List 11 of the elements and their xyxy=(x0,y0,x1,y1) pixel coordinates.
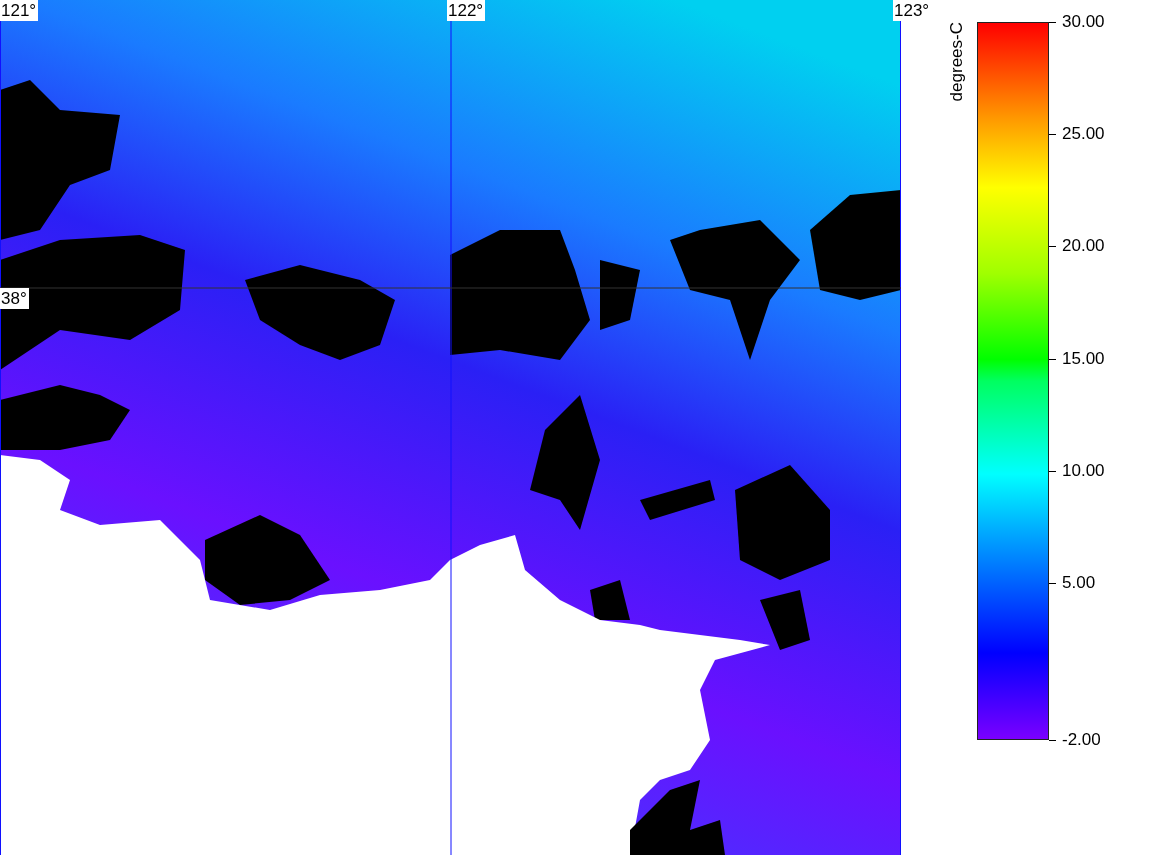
latitude-label: 38° xyxy=(0,288,29,309)
tick-label: 15.00 xyxy=(1062,349,1105,369)
tick-label: 20.00 xyxy=(1062,236,1105,256)
tick-label: 30.00 xyxy=(1062,12,1105,32)
tick-label: -2.00 xyxy=(1062,730,1101,750)
tick-label: 25.00 xyxy=(1062,124,1105,144)
legend-title: degrees-C xyxy=(947,22,967,102)
tick-label: 10.00 xyxy=(1062,461,1105,481)
longitude-label: 122° xyxy=(447,0,486,21)
tick-label: 5.00 xyxy=(1062,573,1096,593)
longitude-label: 121° xyxy=(0,0,39,21)
